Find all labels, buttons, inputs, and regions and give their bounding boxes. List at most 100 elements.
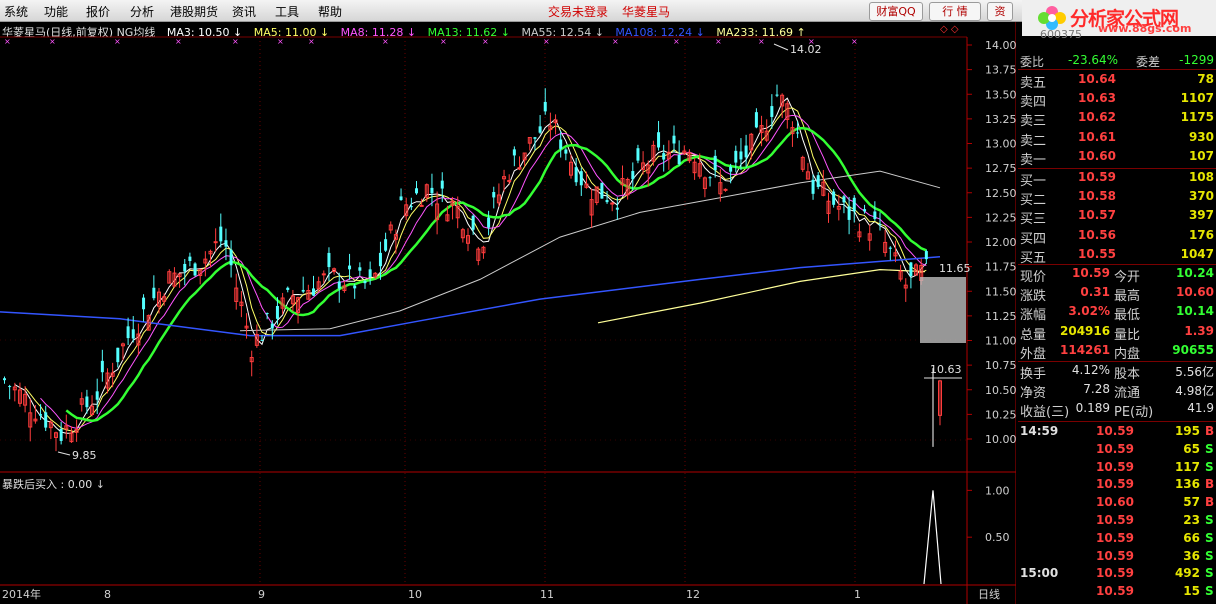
- separator: [1018, 361, 1216, 362]
- signal-mark: ×: [543, 37, 550, 46]
- diamond-icon[interactable]: ◇ ◇: [940, 24, 959, 35]
- candle-down: [265, 313, 269, 315]
- tick-price: 10.59: [1096, 513, 1134, 527]
- ask-row-volume: 1175: [1180, 110, 1214, 125]
- x-tick-label: 10: [408, 588, 422, 601]
- ask-row-price: 10.62: [1078, 110, 1116, 125]
- candle-down: [312, 288, 315, 296]
- candle-down: [142, 297, 146, 310]
- candle-down: [3, 378, 6, 381]
- x-tick-label: 2014年: [2, 587, 41, 601]
- separator: [1018, 168, 1216, 169]
- ask-row-price: 10.63: [1078, 91, 1116, 106]
- stat-label: 今开: [1114, 270, 1141, 285]
- ask-row-label: 卖三: [1020, 114, 1047, 130]
- tick-volume: 23: [1183, 513, 1200, 527]
- candle-down: [39, 414, 43, 416]
- ind-tick-label: 0.50: [985, 531, 1010, 544]
- candle-down: [888, 247, 892, 249]
- tick-price: 10.59: [1096, 477, 1134, 492]
- candle-down: [327, 252, 331, 268]
- candle-down: [579, 171, 583, 186]
- y-tick-label: 12.75: [985, 162, 1016, 175]
- price-annotation: 10.63: [930, 363, 962, 376]
- candle-down: [657, 132, 661, 148]
- candle-down: [832, 191, 836, 205]
- finance-label: 净资: [1020, 386, 1047, 402]
- candle-down: [85, 396, 89, 408]
- candle-down: [430, 187, 434, 194]
- order-diff-label: 委差: [1136, 55, 1161, 69]
- annotation-leader: [57, 451, 71, 456]
- tick-price: 10.59: [1096, 424, 1134, 438]
- signal-mark: ×: [4, 37, 11, 46]
- candle-down: [260, 339, 264, 341]
- bid-row-price: 10.59: [1078, 170, 1116, 184]
- stat-value: 0.31: [1080, 285, 1110, 300]
- candle-up: [507, 179, 512, 182]
- candle-down: [487, 217, 491, 228]
- candle-down: [816, 175, 820, 187]
- candle-down: [131, 329, 135, 339]
- candle-down: [605, 200, 609, 203]
- candle-down: [188, 256, 192, 262]
- bid-row-price: 10.57: [1078, 208, 1116, 223]
- finance-value: 4.98亿: [1175, 384, 1214, 399]
- ma5-line: [24, 107, 927, 433]
- candle-down: [275, 305, 279, 319]
- bid-row-price: 10.58: [1078, 189, 1116, 204]
- bid-row-price: 10.56: [1078, 227, 1116, 242]
- candle-down: [116, 347, 120, 363]
- candle-down: [564, 149, 568, 154]
- selection-box[interactable]: [920, 277, 966, 343]
- tick-price: 10.60: [1096, 495, 1134, 510]
- candle-up: [419, 204, 424, 207]
- signal-mark: ×: [758, 37, 765, 46]
- ask-row-label: 卖四: [1020, 95, 1047, 111]
- tick-volume: 65: [1183, 441, 1200, 456]
- candle-down: [152, 287, 156, 299]
- ma8-line: [40, 114, 927, 429]
- candle-down: [270, 323, 274, 329]
- bid-row-label: 买五: [1020, 250, 1047, 266]
- y-tick-label: 12.00: [985, 236, 1016, 249]
- candle-down: [126, 326, 130, 339]
- ask-row-label: 卖五: [1020, 76, 1047, 91]
- y-tick-label: 12.25: [985, 211, 1016, 224]
- bid-row-volume: 370: [1188, 189, 1214, 204]
- tick-volume: 136: [1174, 477, 1200, 492]
- indicator-name: 暴跌后买入 : 0.00: [2, 478, 93, 491]
- price-annotation: 11.65: [939, 262, 971, 275]
- tick-side: S: [1205, 441, 1214, 456]
- y-tick-label: 13.75: [985, 64, 1016, 77]
- candle-down: [744, 145, 748, 158]
- stat-value: 204916: [1060, 323, 1111, 338]
- candle-down: [811, 179, 815, 194]
- finance-label: 流通: [1114, 386, 1141, 402]
- bid-row-volume: 397: [1188, 208, 1214, 223]
- stat-label: 总量: [1020, 327, 1047, 343]
- candle-down: [337, 281, 341, 289]
- candle-down: [739, 151, 743, 160]
- tick-volume: 57: [1183, 495, 1200, 510]
- candle-up: [321, 273, 326, 276]
- tick-side: B: [1205, 477, 1215, 492]
- kline-chart[interactable]: 14.00 13.75 13.50 13.25 13.00 12.75 12.50 12.25…: [0, 0, 1016, 604]
- candle-down: [348, 265, 352, 270]
- candle-down: [734, 150, 738, 163]
- signal-mark: ×: [612, 37, 619, 46]
- x-tick-label: 8: [104, 588, 111, 601]
- ask-row-volume: 930: [1188, 129, 1214, 144]
- finance-value: 0.189: [1075, 401, 1110, 416]
- candle-down: [95, 391, 99, 400]
- candle-down: [878, 224, 882, 226]
- candle-down: [492, 192, 496, 198]
- order-ratio-value: -23.64%: [1068, 53, 1119, 67]
- signal-mark: ×: [175, 37, 182, 46]
- candle-down: [358, 267, 362, 271]
- ask-row-volume: 1107: [1180, 91, 1214, 106]
- candle-down: [229, 249, 233, 266]
- candle-down: [44, 412, 48, 428]
- stat-label: 外盘: [1020, 346, 1047, 362]
- tick-price: 10.59: [1096, 584, 1134, 599]
